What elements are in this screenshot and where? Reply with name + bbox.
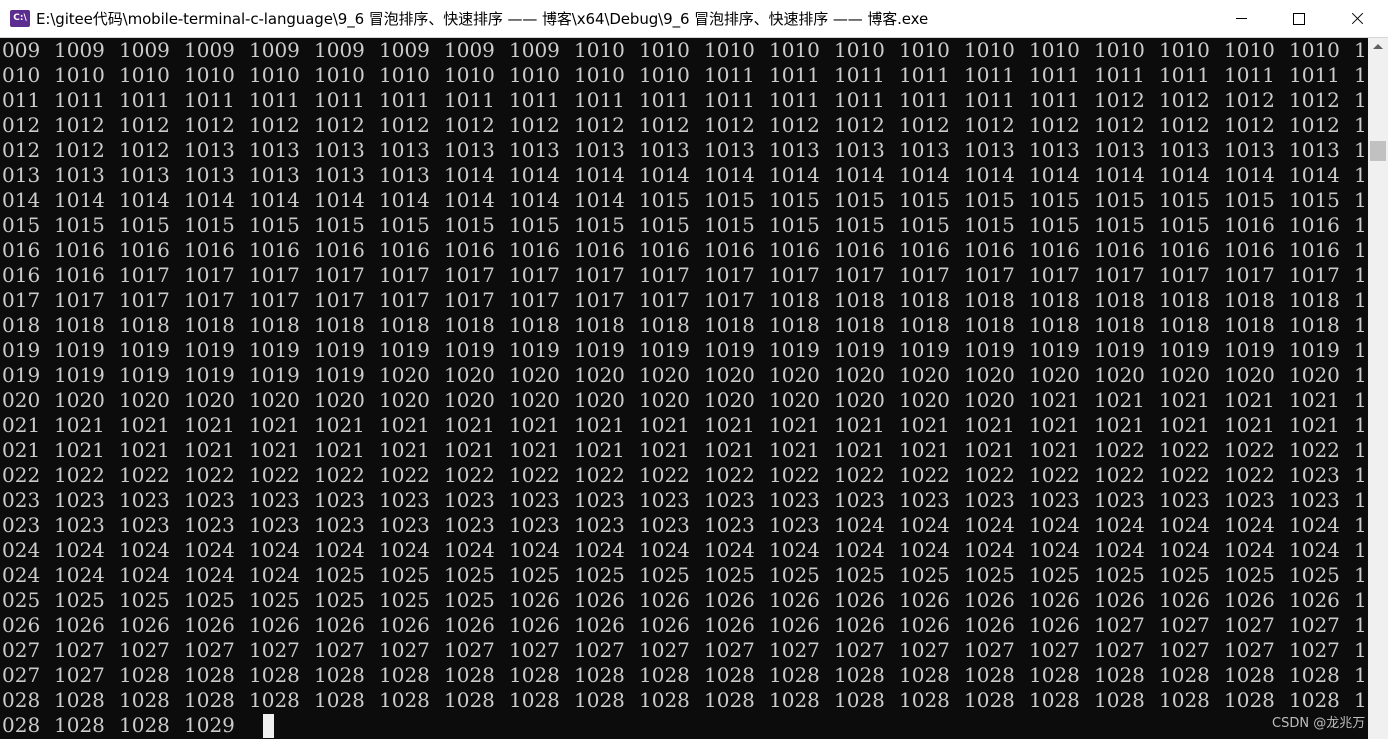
console-line: 021 1021 1021 1021 1021 1021 1021 1021 1021 1021 1… — [2, 438, 1367, 462]
console-line: 025 1025 1025 1025 1025 1025 1025 1025 1026 1026 1… — [2, 588, 1367, 612]
console-line: 019 1019 1019 1019 1019 1019 1019 1019 1019 1019 1… — [2, 338, 1367, 362]
text-cursor — [263, 714, 274, 738]
maximize-button[interactable] — [1270, 0, 1328, 38]
console-line: 011 1011 1011 1011 1011 1011 1011 1011 1011 1011 1… — [2, 88, 1367, 112]
console-line: 023 1023 1023 1023 1023 1023 1023 1023 1023 1023 1… — [2, 488, 1367, 512]
console-line: 017 1017 1017 1017 1017 1017 1017 1017 1017 1017 1… — [2, 288, 1367, 312]
console-line: 023 1023 1023 1023 1023 1023 1023 1023 1023 1023 1… — [2, 513, 1367, 537]
console-line: 028 1028 1028 1029 — [0, 713, 1368, 738]
console-line: 012 1012 1012 1012 1012 1012 1012 1012 1012 1012 1… — [2, 113, 1367, 137]
console-line: 020 1020 1020 1020 1020 1020 1020 1020 1020 1020 1… — [2, 388, 1367, 412]
console-line: 027 1027 1027 1027 1027 1027 1027 1027 1027 1027 1… — [2, 638, 1367, 662]
scroll-up-arrow-icon[interactable] — [1368, 38, 1388, 55]
console-line: 024 1024 1024 1024 1024 1025 1025 1025 1025 1025 1… — [2, 563, 1367, 587]
console-line: 026 1026 1026 1026 1026 1026 1026 1026 1026 1026 1… — [2, 613, 1367, 637]
console-output[interactable]: 009 1009 1009 1009 1009 1009 1009 1009 1009 1010 1… — [0, 38, 1368, 739]
console-line: 018 1018 1018 1018 1018 1018 1018 1018 1018 1018 1… — [2, 313, 1367, 337]
console-app-icon: C:\ — [10, 10, 30, 27]
window-title: E:\gitee代码\mobile-terminal-c-language\9_… — [36, 10, 929, 28]
console-line: 027 1027 1028 1028 1028 1028 1028 1028 1028 1028 1… — [2, 663, 1367, 687]
console-line: 021 1021 1021 1021 1021 1021 1021 1021 1021 1021 1… — [2, 413, 1367, 437]
console-line: 024 1024 1024 1024 1024 1024 1024 1024 1024 1024 1… — [2, 538, 1367, 562]
console-line: 010 1010 1010 1010 1010 1010 1010 1010 1010 1010 1… — [2, 63, 1367, 87]
console-line: 014 1014 1014 1014 1014 1014 1014 1014 1014 1014 1… — [2, 188, 1367, 212]
csdn-watermark: CSDN @龙兆万 — [1272, 716, 1366, 731]
console-line: 015 1015 1015 1015 1015 1015 1015 1015 1015 1015 1… — [2, 213, 1367, 237]
title-bar[interactable]: C:\ E:\gitee代码\mobile-terminal-c-languag… — [0, 0, 1388, 38]
console-line: 009 1009 1009 1009 1009 1009 1009 1009 1009 1010 1… — [2, 38, 1367, 62]
console-line: 013 1013 1013 1013 1013 1013 1013 1014 1014 1014 1… — [2, 163, 1367, 187]
console-line: 016 1016 1016 1016 1016 1016 1016 1016 1016 1016 1… — [2, 238, 1367, 262]
minimize-button[interactable] — [1212, 0, 1270, 38]
console-line: 012 1012 1012 1013 1013 1013 1013 1013 1013 1013 1… — [2, 138, 1367, 162]
close-button[interactable] — [1328, 0, 1386, 38]
console-line: 028 1028 1028 1028 1028 1028 1028 1028 1028 1028 1… — [2, 688, 1367, 712]
scrollbar-thumb[interactable] — [1370, 141, 1386, 161]
console-line: 022 1022 1022 1022 1022 1022 1022 1022 1022 1022 1… — [2, 463, 1367, 487]
vertical-scrollbar[interactable] — [1368, 38, 1388, 739]
console-line: 019 1019 1019 1019 1019 1019 1020 1020 1020 1020 1… — [2, 363, 1367, 387]
console-line: 016 1016 1017 1017 1017 1017 1017 1017 1017 1017 1… — [2, 263, 1367, 287]
